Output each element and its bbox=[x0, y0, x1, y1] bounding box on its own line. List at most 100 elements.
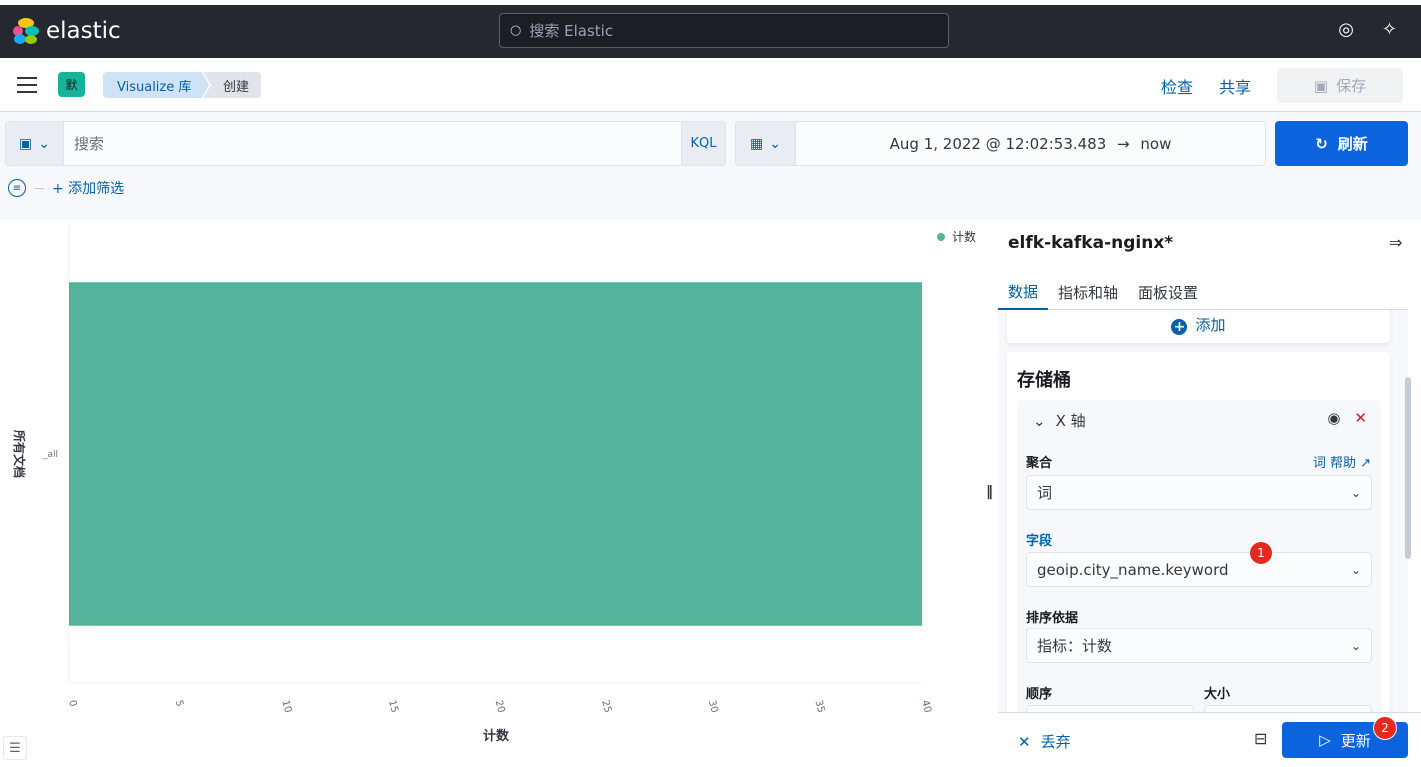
resize-handle[interactable]: ‖ bbox=[986, 484, 993, 500]
menu-icon[interactable] bbox=[17, 77, 37, 93]
x-tick-label: 25 bbox=[599, 699, 613, 714]
x-tick-label: 5 bbox=[173, 699, 185, 708]
filter-menu-icon[interactable]: ≡ bbox=[8, 179, 26, 197]
update-label: 更新 bbox=[1340, 731, 1371, 750]
buckets-card: 存储桶 ⌄ X 轴 ◉ ✕ 聚合 词 帮助 ↗ 词 ⌄ 字段 geoip.cit… bbox=[1007, 352, 1390, 712]
query-bar: ▣ ⌄ 搜索 KQL ▦ ⌄ Aug 1, 2022 @ 12:02:53.48… bbox=[0, 112, 1421, 220]
external-link-icon: ↗ bbox=[1360, 456, 1371, 471]
aggregation-select[interactable]: 词 ⌄ bbox=[1026, 475, 1372, 510]
elastic-logo-icon bbox=[12, 17, 40, 45]
legend-swatch bbox=[937, 232, 945, 241]
sidebar-footer: ✕ 丢弃 ⊟ ▷ 更新 2 bbox=[998, 712, 1421, 763]
saved-query-icon: ▣ bbox=[19, 135, 33, 152]
list-icon[interactable]: ☰ bbox=[3, 736, 27, 760]
date-end[interactable]: now bbox=[1140, 135, 1171, 153]
logo-text: elastic bbox=[46, 18, 121, 44]
y-tick-label: _all bbox=[42, 450, 58, 460]
add-metric-button[interactable]: + 添加 bbox=[1007, 310, 1390, 343]
order-label: 顺序 bbox=[1026, 687, 1053, 702]
refresh-label: 刷新 bbox=[1337, 135, 1368, 153]
order-by-select[interactable]: 指标：计数 ⌄ bbox=[1026, 628, 1372, 663]
play-icon: ▷ bbox=[1319, 731, 1331, 749]
save-button[interactable]: ▣ 保存 bbox=[1277, 68, 1403, 103]
x-axis-toggle[interactable]: ⌄ X 轴 bbox=[1033, 410, 1086, 431]
x-axis-aggregation: ⌄ X 轴 ◉ ✕ 聚合 词 帮助 ↗ 词 ⌄ 字段 geoip.city_na… bbox=[1017, 400, 1381, 712]
newsfeed-icon[interactable]: ✧ bbox=[1382, 19, 1397, 40]
annotation-badge-1: 1 bbox=[1249, 541, 1273, 565]
x-axis-title: 计数 bbox=[483, 728, 510, 744]
order-by-value: 指标：计数 bbox=[1037, 637, 1113, 655]
collapse-sidebar-icon[interactable]: ⇒ bbox=[1389, 233, 1402, 252]
x-tick-label: 30 bbox=[706, 699, 720, 714]
refresh-button[interactable]: ↻ 刷新 bbox=[1275, 121, 1408, 166]
chart-legend[interactable]: 计数 bbox=[937, 228, 976, 245]
discard-label: 丢弃 bbox=[1040, 733, 1071, 751]
query-input-group: ▣ ⌄ 搜索 KQL bbox=[5, 121, 726, 166]
query-input[interactable]: 搜索 bbox=[64, 133, 681, 154]
sidebar-scrollbar[interactable] bbox=[1405, 377, 1411, 559]
search-icon: ○ bbox=[510, 23, 522, 38]
sidebar-panel: + 添加 存储桶 ⌄ X 轴 ◉ ✕ 聚合 词 帮助 ↗ 词 ⌄ 字段 geoi… bbox=[998, 310, 1408, 712]
y-axis-title: 所有文档 bbox=[12, 430, 27, 478]
eye-icon[interactable]: ◉ bbox=[1327, 409, 1340, 427]
index-pattern-title: elfk-kafka-nginx* bbox=[1008, 233, 1174, 253]
add-label: 添加 bbox=[1195, 316, 1226, 334]
order-select[interactable] bbox=[1026, 705, 1194, 712]
x-tick-label: 35 bbox=[812, 699, 826, 714]
help-icon[interactable]: ◎ bbox=[1338, 19, 1354, 40]
size-label: 大小 bbox=[1204, 687, 1231, 702]
chevron-down-icon: ⌄ bbox=[1350, 638, 1361, 653]
x-axis-title: X 轴 bbox=[1055, 412, 1086, 430]
kql-toggle[interactable]: KQL bbox=[681, 122, 725, 165]
buckets-title: 存储桶 bbox=[1017, 370, 1071, 391]
x-tick-label: 20 bbox=[493, 699, 507, 714]
help-link-label: 词 帮助 bbox=[1312, 456, 1356, 471]
quick-date-menu[interactable]: ▦ ⌄ bbox=[736, 122, 796, 165]
chevron-down-icon: ⌄ bbox=[1033, 411, 1046, 430]
elastic-logo[interactable]: elastic bbox=[12, 17, 121, 45]
inspect-link[interactable]: 检查 bbox=[1161, 74, 1193, 98]
plus-circle-icon: + bbox=[1171, 319, 1188, 335]
refresh-icon: ↻ bbox=[1315, 134, 1328, 153]
size-input[interactable] bbox=[1204, 705, 1372, 712]
x-tick-label: 40 bbox=[919, 699, 933, 714]
breadcrumb-create: 创建 bbox=[203, 72, 262, 98]
space-avatar[interactable]: 默 bbox=[58, 72, 85, 97]
editor-sidebar: elfk-kafka-nginx* ⇒ 数据 指标和轴 面板设置 + 添加 存储… bbox=[998, 220, 1421, 763]
share-link[interactable]: 共享 bbox=[1219, 74, 1251, 98]
tab-metrics-axes[interactable]: 指标和轴 bbox=[1048, 274, 1128, 310]
chevron-down-icon: ⌄ bbox=[38, 135, 50, 152]
chevron-down-icon: ⌄ bbox=[1350, 485, 1361, 500]
breadcrumb-bar: 默 Visualize 库 创建 检查 共享 ▣ 保存 bbox=[0, 58, 1421, 112]
search-placeholder: 搜索 Elastic bbox=[529, 22, 614, 40]
legend-label: 计数 bbox=[952, 230, 977, 244]
calendar-icon: ▦ bbox=[750, 135, 764, 152]
breadcrumb-visualize-library[interactable]: Visualize 库 bbox=[103, 72, 209, 98]
chart-area: 0 5 10 15 20 25 30 35 40 _all 计数 所有文档 bbox=[0, 220, 990, 763]
order-by-label: 排序依据 bbox=[1026, 611, 1079, 626]
auto-apply-toggle-icon[interactable]: ⊟ bbox=[1254, 729, 1267, 748]
chevron-down-icon: ⌄ bbox=[769, 135, 781, 152]
global-search-input[interactable]: ○ 搜索 Elastic bbox=[499, 13, 949, 48]
field-label: 字段 bbox=[1026, 534, 1053, 549]
add-filter-button[interactable]: + 添加筛选 bbox=[52, 178, 124, 198]
aggregation-label: 聚合 bbox=[1026, 456, 1053, 471]
top-header: elastic ○ 搜索 Elastic ◎ ✧ bbox=[0, 0, 1421, 58]
aggregation-help-link[interactable]: 词 帮助 ↗ bbox=[1313, 452, 1371, 471]
annotation-badge-2: 2 bbox=[1373, 716, 1397, 740]
tab-panel-settings[interactable]: 面板设置 bbox=[1128, 274, 1208, 310]
discard-button[interactable]: ✕ 丢弃 bbox=[1018, 731, 1071, 752]
save-label: 保存 bbox=[1336, 77, 1367, 95]
filter-divider bbox=[34, 187, 44, 189]
field-select[interactable]: geoip.city_name.keyword ⌄ bbox=[1026, 552, 1372, 587]
x-tick-label: 15 bbox=[386, 699, 400, 714]
saved-query-menu[interactable]: ▣ ⌄ bbox=[6, 122, 64, 165]
date-arrow-icon: → bbox=[1117, 134, 1130, 153]
bar bbox=[69, 282, 922, 626]
date-picker: ▦ ⌄ Aug 1, 2022 @ 12:02:53.483 → now bbox=[735, 121, 1266, 166]
date-range[interactable]: Aug 1, 2022 @ 12:02:53.483 → now bbox=[796, 135, 1265, 153]
date-start[interactable]: Aug 1, 2022 @ 12:02:53.483 bbox=[890, 135, 1107, 153]
field-value: geoip.city_name.keyword bbox=[1037, 560, 1229, 579]
tab-data[interactable]: 数据 bbox=[998, 274, 1049, 310]
close-icon[interactable]: ✕ bbox=[1354, 409, 1367, 427]
